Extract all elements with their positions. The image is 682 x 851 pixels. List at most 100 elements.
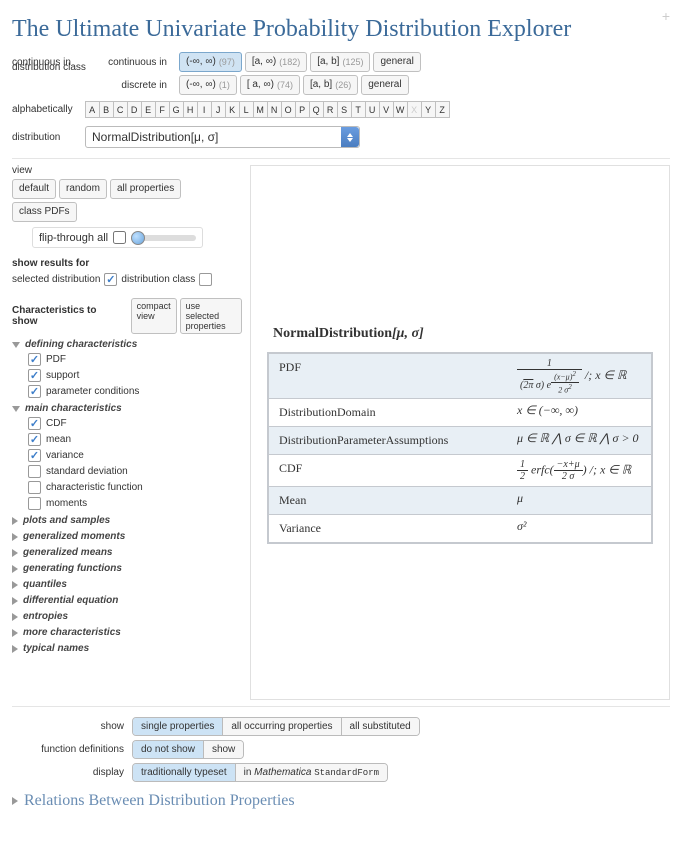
characteristic-row: characteristic function [28,481,242,494]
characteristic-checkbox[interactable] [28,433,41,446]
alpha-button-i[interactable]: I [197,101,212,118]
triangle-right-icon [12,565,18,573]
alpha-button-o[interactable]: O [281,101,296,118]
alpha-button-h[interactable]: H [183,101,198,118]
alpha-button-d[interactable]: D [127,101,142,118]
category-heading[interactable]: entropies [12,611,242,622]
characteristic-checkbox[interactable] [28,385,41,398]
pill-option[interactable]: all occurring properties [223,718,341,735]
characteristic-row: mean [28,433,242,446]
continuous-in-label: continuous in [108,57,173,68]
result-row-value: x ∈ (−∞, ∞) [509,399,651,426]
continuous-range-chip[interactable]: [a, ∞)(182) [245,52,307,72]
use-selected-properties-button[interactable]: use selectedproperties [180,298,242,334]
discrete-range-chip[interactable]: [ a, ∞)(74) [240,75,300,95]
alpha-button-z[interactable]: Z [435,101,450,118]
alpha-button-b[interactable]: B [99,101,114,118]
characteristic-label: parameter conditions [46,386,139,397]
alpha-button-j[interactable]: J [211,101,226,118]
alpha-button-g[interactable]: G [169,101,184,118]
pill-option[interactable]: do not show [133,741,204,758]
continuous-range-chip[interactable]: general [373,52,420,72]
characteristic-label: standard deviation [46,466,128,477]
result-row-value: μ [509,487,651,514]
result-row-value: σ² [509,515,651,542]
category-heading[interactable]: typical names [12,643,242,654]
alpha-button-e[interactable]: E [141,101,156,118]
result-row-label: DistributionParameterAssumptions [269,427,509,454]
relations-section-toggle[interactable]: Relations Between Distribution Propertie… [12,792,670,810]
characteristic-checkbox[interactable] [28,369,41,382]
compact-view-button[interactable]: compactview [131,298,177,334]
characteristic-checkbox[interactable] [28,353,41,366]
discrete-range-chip[interactable]: [a, b](26) [303,75,358,95]
alpha-button-n[interactable]: N [267,101,282,118]
alpha-button-v[interactable]: V [379,101,394,118]
characteristic-checkbox[interactable] [28,449,41,462]
function-definitions-label: function definitions [12,744,132,755]
alpha-button-c[interactable]: C [113,101,128,118]
alpha-button-a[interactable]: A [85,101,100,118]
category-heading[interactable]: quantiles [12,579,242,590]
selected-distribution-checkbox[interactable] [104,273,117,286]
characteristic-row: PDF [28,353,242,366]
alpha-button-p[interactable]: P [295,101,310,118]
show-pill-group: single propertiesall occurring propertie… [132,717,420,736]
category-label: plots and samples [23,515,110,526]
distribution-select[interactable]: NormalDistribution[μ, σ] [85,126,360,148]
discrete-range-chip[interactable]: (-∞, ∞)(1) [179,75,237,95]
flip-through-checkbox[interactable] [113,231,126,244]
category-heading[interactable]: generating functions [12,563,242,574]
alpha-button-l[interactable]: L [239,101,254,118]
alpha-button-w[interactable]: W [393,101,408,118]
characteristic-checkbox[interactable] [28,417,41,430]
characteristic-row: variance [28,449,242,462]
category-label: entropies [23,611,68,622]
category-heading[interactable]: plots and samples [12,515,242,526]
category-heading[interactable]: differential equation [12,595,242,606]
view-option-chip[interactable]: all properties [110,179,181,199]
flip-slider[interactable] [131,235,196,241]
continuous-range-chip[interactable]: (-∞, ∞)(97) [179,52,242,72]
alpha-button-r[interactable]: R [323,101,338,118]
alpha-button-f[interactable]: F [155,101,170,118]
category-heading[interactable]: generalized moments [12,531,242,542]
pill-option[interactable]: single properties [133,718,223,735]
pill-option[interactable]: show [204,741,243,758]
characteristic-label: moments [46,498,87,509]
result-row: CDF12 erfc(−x+μ2 σ) /; x ∈ ℝ [269,455,651,487]
characteristic-label: support [46,370,79,381]
result-row-label: PDF [269,354,509,398]
distribution-class-checkbox[interactable] [199,273,212,286]
characteristic-checkbox[interactable] [28,497,41,510]
pill-option[interactable]: traditionally typeset [133,764,236,781]
alpha-button-u[interactable]: U [365,101,380,118]
alpha-button-m[interactable]: M [253,101,268,118]
category-label: generalized moments [23,531,125,542]
category-label: more characteristics [23,627,121,638]
characteristic-checkbox[interactable] [28,481,41,494]
category-heading[interactable]: defining characteristics [12,339,242,350]
view-option-chip[interactable]: default [12,179,56,199]
characteristic-checkbox[interactable] [28,465,41,478]
alpha-button-t[interactable]: T [351,101,366,118]
result-table: PDF1(2π σ) e(x−μ)22 σ2 /; x ∈ ℝDistribut… [267,352,653,544]
alpha-button-q[interactable]: Q [309,101,324,118]
pill-option[interactable]: in Mathematica StandardForm [236,764,387,781]
add-icon[interactable]: + [662,8,670,24]
alpha-button-y[interactable]: Y [421,101,436,118]
category-heading[interactable]: generalized means [12,547,242,558]
category-label: quantiles [23,579,67,590]
alpha-button-k[interactable]: K [225,101,240,118]
view-option-chip[interactable]: class PDFs [12,202,77,222]
triangle-right-icon [12,597,18,605]
category-heading[interactable]: more characteristics [12,627,242,638]
alpha-button-s[interactable]: S [337,101,352,118]
characteristic-row: parameter conditions [28,385,242,398]
continuous-range-chip[interactable]: [a, b](125) [310,52,370,72]
distribution-class-label: distribution class [12,62,86,73]
view-option-chip[interactable]: random [59,179,107,199]
discrete-range-chip[interactable]: general [361,75,408,95]
pill-option[interactable]: all substituted [342,718,419,735]
category-heading[interactable]: main characteristics [12,403,242,414]
